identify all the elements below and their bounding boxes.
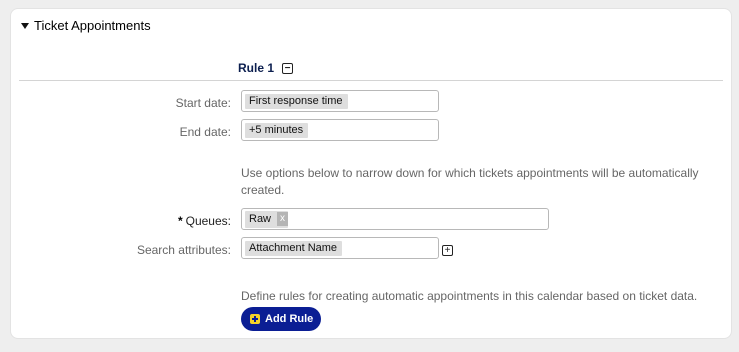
search-attributes-label: Search attributes: (136, 243, 231, 257)
caret-down-icon (21, 22, 29, 29)
end-date-token: +5 minutes (245, 122, 309, 138)
section-title: Ticket Appointments (34, 17, 151, 33)
end-date-field[interactable]: +5 minutes (241, 119, 439, 141)
remove-token-icon[interactable]: x (277, 211, 289, 226)
required-marker: * (177, 214, 183, 228)
start-date-token: First response time (245, 93, 348, 109)
divider (19, 80, 723, 81)
queue-token: Raw x (245, 210, 289, 228)
remove-rule-icon[interactable]: − (282, 62, 294, 74)
queue-token-label: Raw (249, 212, 272, 225)
ticket-appointments-panel: Ticket Appointments Rule 1 − Start date:… (10, 8, 732, 339)
options-help-text: Use options below to narrow down for whi… (241, 165, 699, 199)
rule-header: Rule 1 − (238, 61, 294, 75)
search-attributes-field[interactable]: Attachment Name (241, 237, 439, 259)
queues-label-text: Queues: (185, 214, 231, 228)
plus-square-icon[interactable]: + (442, 245, 453, 256)
add-rule-label: Add Rule (265, 313, 314, 325)
start-date-label: Start date: (175, 96, 231, 110)
rule-title: Rule 1 (238, 61, 275, 75)
start-date-field[interactable]: First response time (241, 90, 439, 112)
options-help-line: Use options below to narrow down for whi… (241, 166, 699, 180)
end-date-label: End date: (179, 125, 231, 139)
queues-field[interactable]: Raw x (241, 208, 549, 230)
queues-label: * Queues: (11, 214, 231, 228)
define-rules-help: Define rules for creating automatic appo… (241, 289, 698, 303)
add-rule-button[interactable]: Add Rule (241, 307, 322, 331)
section-toggle[interactable]: Ticket Appointments (21, 16, 151, 34)
plus-square-icon (250, 314, 260, 324)
search-attribute-token: Attachment Name (245, 240, 343, 256)
options-help-line: created. (241, 183, 285, 197)
